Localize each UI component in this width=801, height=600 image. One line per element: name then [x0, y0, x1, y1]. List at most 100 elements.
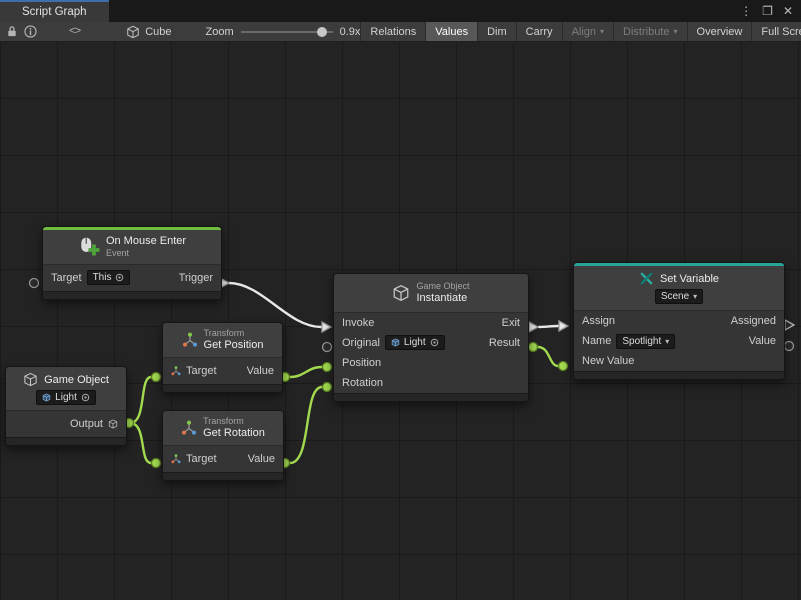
node-title: Set Variable [660, 273, 719, 285]
port-row: Name Spotlight ▾ Value [574, 331, 784, 351]
position-port-label: Position [342, 357, 381, 369]
wire-output-to-getposition-target[interactable] [130, 377, 151, 423]
graph-context-label: Cube [145, 26, 171, 38]
node-footer [43, 291, 221, 299]
node-header: Game Object Light [6, 367, 126, 410]
relations-label: Relations [370, 26, 416, 38]
game-object-value-chip[interactable]: Light [36, 390, 96, 405]
target-port-label: Target [51, 272, 82, 284]
port-set-variable-assign[interactable] [559, 321, 568, 331]
game-object-icon [42, 393, 51, 402]
target-object-chip[interactable]: This [87, 270, 131, 285]
object-picker-icon[interactable] [430, 338, 439, 347]
node-title: Game Object [44, 374, 109, 386]
carry-button[interactable]: Carry [516, 22, 562, 41]
port-row: Target Value [163, 358, 282, 384]
align-button[interactable]: Align▾ [562, 22, 613, 41]
node-set-variable[interactable]: Set Variable Scene ▾ Assign Assigned Nam… [573, 262, 785, 380]
port-instantiate-original[interactable] [323, 343, 332, 352]
edit-code-icon[interactable]: <> [69, 23, 80, 41]
transform-type-icon [171, 366, 181, 376]
dim-button[interactable]: Dim [477, 22, 516, 41]
port-row: Position [334, 353, 528, 373]
assign-port-label: Assign [582, 315, 615, 327]
port-instantiate-invoke[interactable] [322, 322, 331, 332]
cube-icon [23, 372, 38, 387]
values-button[interactable]: Values [425, 22, 477, 41]
game-object-type-icon [108, 419, 118, 429]
name-port-label: Name [582, 335, 611, 347]
port-get-position-target[interactable] [152, 373, 161, 382]
object-picker-icon[interactable] [81, 393, 90, 402]
relations-button[interactable]: Relations [360, 22, 425, 41]
port-instantiate-result[interactable] [529, 343, 538, 352]
wire-result-to-new-value[interactable] [538, 347, 558, 366]
original-object-chip[interactable]: Light [385, 335, 445, 350]
port-set-variable-value[interactable] [785, 342, 794, 351]
port-row: Invoke Exit [334, 313, 528, 333]
graph-toolbar: <> Cube Zoom 0.9x Relations Values Dim C… [0, 22, 801, 42]
wire-exit-to-assign[interactable] [539, 326, 558, 327]
node-title: Get Position [204, 339, 264, 352]
wire-output-to-getrotation-target[interactable] [130, 423, 151, 463]
node-instantiate[interactable]: Game Object Instantiate Invoke Exit Orig… [333, 273, 529, 402]
port-row: Target Value [163, 446, 283, 472]
variable-name-dropdown[interactable]: Spotlight ▾ [616, 334, 675, 349]
wire-trigger-to-invoke[interactable] [229, 283, 321, 327]
wire-rotation-value-to-instantiate-rotation[interactable] [290, 387, 322, 463]
node-footer [574, 371, 784, 379]
pane-menu-icon[interactable]: ⋮ [740, 5, 752, 17]
value-port-label: Value [248, 453, 275, 465]
port-row: New Value [574, 351, 784, 371]
graph-context[interactable]: Cube [126, 25, 171, 39]
transform-icon [182, 332, 198, 348]
output-port-label: Output [70, 418, 103, 430]
node-get-position[interactable]: Transform Get Position Target Value [162, 322, 283, 393]
node-game-object-literal[interactable]: Game Object Light Output [5, 366, 127, 446]
node-on-mouse-enter[interactable]: On Mouse Enter Event Target This [42, 226, 222, 300]
port-row: Original Light Result [334, 333, 528, 353]
wire-position-value-to-instantiate-position[interactable] [290, 367, 322, 377]
inspector-info-icon[interactable] [24, 23, 37, 41]
zoom-slider-knob[interactable] [317, 27, 327, 37]
node-category: Transform [204, 328, 264, 339]
titlebar-actions: ⋮ ❐ ✕ [740, 0, 801, 22]
overview-button[interactable]: Overview [687, 22, 752, 41]
node-header: Set Variable Scene ▾ [574, 266, 784, 310]
overview-label: Overview [697, 26, 743, 38]
mouse-enter-icon [78, 236, 100, 258]
variable-kind-dropdown[interactable]: Scene ▾ [655, 289, 703, 304]
distribute-button[interactable]: Distribute▾ [613, 22, 686, 41]
close-icon[interactable]: ✕ [783, 5, 793, 17]
node-get-rotation[interactable]: Transform Get Rotation Target Value [162, 410, 284, 481]
target-port-label: Target [186, 453, 217, 465]
cube-icon [392, 284, 410, 302]
port-on-mouse-enter-target[interactable] [30, 279, 39, 288]
port-row: Output [6, 411, 126, 437]
port-instantiate-exit[interactable] [529, 322, 538, 332]
node-header: Transform Get Position [163, 323, 282, 357]
tab-script-graph[interactable]: Script Graph [0, 0, 109, 22]
distribute-label: Distribute [623, 26, 669, 38]
port-instantiate-rotation[interactable] [323, 383, 332, 392]
maximize-icon[interactable]: ❐ [762, 5, 773, 17]
zoom-label: Zoom [206, 26, 234, 38]
chevron-down-icon: ▾ [693, 292, 697, 301]
chip-text: Scene [661, 291, 689, 302]
fullscreen-button[interactable]: Full Screen [751, 22, 801, 41]
port-set-variable-assigned[interactable] [785, 320, 794, 330]
lock-icon[interactable] [6, 23, 18, 41]
port-get-rotation-target[interactable] [152, 459, 161, 468]
port-row: Rotation [334, 373, 528, 393]
carry-label: Carry [526, 26, 553, 38]
object-picker-icon[interactable] [115, 273, 124, 282]
node-header: On Mouse Enter Event [43, 230, 221, 264]
zoom-slider[interactable] [241, 25, 333, 39]
original-port-label: Original [342, 337, 380, 349]
port-set-variable-new-value[interactable] [559, 362, 568, 371]
port-instantiate-position[interactable] [323, 363, 332, 372]
node-footer [334, 393, 528, 401]
zoom-value: 0.9x [340, 26, 361, 38]
exit-port-label: Exit [502, 317, 520, 329]
graph-canvas[interactable]: On Mouse Enter Event Target This [0, 42, 801, 600]
